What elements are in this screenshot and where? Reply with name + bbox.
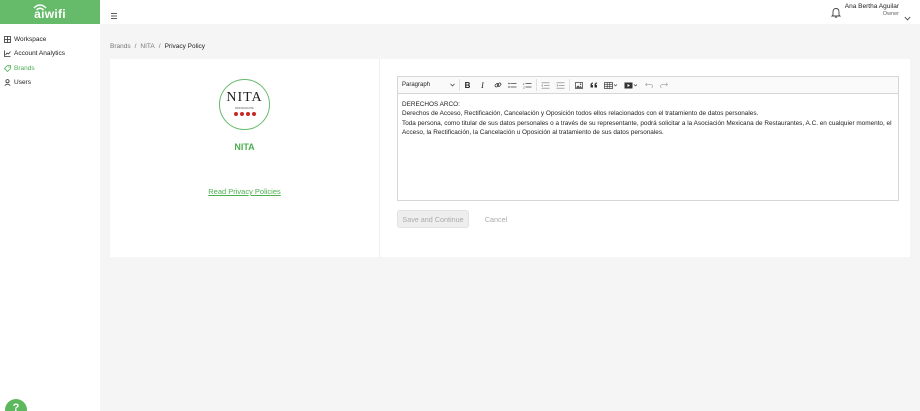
chevron-down-icon[interactable] — [904, 8, 911, 26]
outdent-icon[interactable] — [538, 79, 553, 91]
chart-icon — [3, 50, 11, 58]
breadcrumb-separator: / — [158, 43, 161, 50]
rich-text-editor[interactable]: Paragraph B I 12 DERECHOS ARCO: Derechos… — [397, 76, 899, 201]
breadcrumb-item-brands[interactable]: Brands — [110, 43, 131, 50]
brand-logo-word: NITA — [226, 89, 263, 105]
cancel-button[interactable]: Cancel — [481, 210, 511, 228]
svg-text:2: 2 — [523, 85, 525, 89]
privacy-policy-card: NITA RESTAURANTE NITA Read Privacy Polic… — [110, 59, 910, 257]
block-format-select[interactable]: Paragraph — [402, 79, 460, 91]
redo-icon[interactable] — [656, 79, 671, 91]
sidebar-item-label: Users — [14, 79, 31, 87]
brand-name: NITA — [234, 142, 255, 152]
read-privacy-policies-link[interactable]: Read Privacy Policies — [110, 187, 379, 196]
editor-content[interactable]: DERECHOS ARCO: Derechos de Acceso, Recti… — [398, 94, 898, 144]
breadcrumb-item-nita[interactable]: NITA — [140, 43, 154, 50]
help-button[interactable]: ? — [5, 399, 27, 411]
user-icon — [3, 79, 11, 87]
save-and-continue-button[interactable]: Save and Continue — [397, 210, 469, 228]
sidebar-item-label: Account Analytics — [14, 50, 65, 58]
sidebar-item-brands[interactable]: Brands — [0, 61, 100, 76]
help-label: ? — [12, 402, 20, 411]
menu-toggle-icon[interactable] — [110, 7, 118, 19]
chevron-down-icon — [450, 83, 455, 87]
user-name: Ana Bertha Aguilar — [844, 3, 899, 10]
sidebar: aiwifi Workspace Account Analytics Brand… — [0, 0, 100, 411]
bulleted-list-icon[interactable] — [505, 79, 520, 91]
numbered-list-icon[interactable]: 12 — [520, 79, 535, 91]
wifi-icon — [33, 4, 47, 11]
breadcrumb-separator: / — [134, 43, 137, 50]
editor-toolbar: Paragraph B I 12 — [398, 77, 898, 94]
blockquote-icon[interactable] — [586, 79, 601, 91]
user-role: Owner — [882, 11, 899, 17]
toolbar-separator — [569, 79, 570, 91]
grid-icon — [3, 35, 11, 43]
sidebar-item-label: Brands — [14, 64, 35, 72]
breadcrumb: Brands / NITA / Privacy Policy — [110, 43, 205, 50]
editor-paragraph: Toda persona, como titular de sus datos … — [402, 119, 892, 137]
sidebar-item-label: Workspace — [14, 35, 47, 43]
card-divider — [379, 59, 380, 257]
block-format-value: Paragraph — [402, 82, 431, 88]
bell-icon[interactable] — [830, 5, 842, 23]
sidebar-item-workspace[interactable]: Workspace — [0, 32, 100, 47]
sidebar-nav: Workspace Account Analytics Brands Users — [0, 24, 100, 90]
undo-icon[interactable] — [641, 79, 656, 91]
table-icon[interactable] — [601, 79, 621, 91]
image-icon[interactable] — [571, 79, 586, 91]
breadcrumb-item-current: Privacy Policy — [164, 43, 206, 50]
tag-icon — [3, 64, 11, 72]
editor-paragraph: Derechos de Acceso, Rectificación, Cance… — [402, 110, 759, 118]
toolbar-separator — [536, 79, 537, 91]
media-embed-icon[interactable] — [621, 79, 641, 91]
app-logo[interactable]: aiwifi — [0, 0, 100, 24]
user-menu[interactable]: Ana Bertha Aguilar Owner — [845, 3, 899, 17]
link-icon[interactable] — [490, 79, 505, 91]
sidebar-item-account-analytics[interactable]: Account Analytics — [0, 47, 100, 62]
editor-paragraph: DERECHOS ARCO: — [402, 101, 460, 108]
brand-logo: NITA RESTAURANTE — [219, 79, 270, 130]
bold-icon[interactable]: B — [460, 79, 475, 91]
brand-logo-sub: RESTAURANTE — [235, 106, 254, 110]
sidebar-item-users[interactable]: Users — [0, 76, 100, 91]
indent-icon[interactable] — [553, 79, 568, 91]
brand-logo-dots — [233, 111, 256, 116]
italic-icon[interactable]: I — [475, 79, 490, 91]
topbar: Ana Bertha Aguilar Owner — [100, 0, 920, 24]
